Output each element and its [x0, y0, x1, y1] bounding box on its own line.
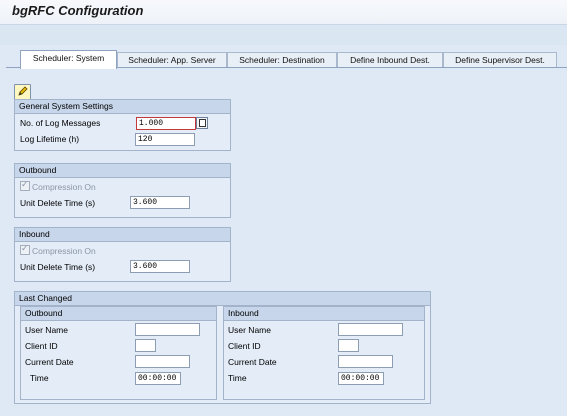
inbound-unit-delete-input[interactable]: 3.600	[130, 260, 190, 273]
in-date-input[interactable]	[338, 355, 393, 368]
tab-scheduler-system[interactable]: Scheduler: System	[20, 50, 117, 69]
value-help-icon[interactable]	[196, 117, 208, 129]
log-messages-label: No. of Log Messages	[20, 118, 101, 128]
last-changed-outbound-header: Outbound	[21, 307, 216, 321]
last-changed-header: Last Changed	[15, 292, 430, 306]
out-user-name-input[interactable]	[135, 323, 200, 336]
last-changed-inbound-group: Inbound	[223, 306, 425, 400]
pencil-icon	[18, 86, 28, 96]
title-bar: bgRFC Configuration	[0, 0, 567, 24]
in-time-input[interactable]: 00:00:00	[338, 372, 384, 385]
in-client-input[interactable]	[338, 339, 359, 352]
out-time-label: Time	[30, 373, 49, 383]
out-user-name-label: User Name	[25, 325, 68, 335]
log-messages-input[interactable]: 1.000	[136, 117, 196, 130]
last-changed-outbound-group: Outbound	[20, 306, 217, 400]
inbound-compression-checkbox[interactable]: Compression On	[20, 243, 96, 257]
in-user-name-input[interactable]	[338, 323, 403, 336]
outbound-compression-checkbox[interactable]: Compression On	[20, 179, 96, 193]
toolbar-band	[0, 24, 567, 45]
inbound-compression-label: Compression On	[32, 246, 96, 256]
tab-strip: Scheduler: System Scheduler: App. Server…	[0, 50, 567, 69]
outbound-header: Outbound	[15, 164, 230, 178]
edit-button[interactable]	[14, 84, 31, 100]
out-date-label: Current Date	[25, 357, 74, 367]
out-client-label: Client ID	[25, 341, 58, 351]
checkbox-icon	[20, 179, 30, 191]
in-time-label: Time	[228, 373, 247, 383]
in-date-label: Current Date	[228, 357, 277, 367]
inbound-header: Inbound	[15, 228, 230, 242]
out-date-input[interactable]	[135, 355, 190, 368]
in-client-label: Client ID	[228, 341, 261, 351]
page-title: bgRFC Configuration	[12, 3, 144, 18]
tab-scheduler-app-server[interactable]: Scheduler: App. Server	[117, 52, 227, 68]
tab-scheduler-destination[interactable]: Scheduler: Destination	[227, 52, 337, 68]
tab-define-supervisor-dest[interactable]: Define Supervisor Dest.	[443, 52, 557, 68]
log-lifetime-input[interactable]: 120	[135, 133, 195, 146]
general-settings-header: General System Settings	[15, 100, 230, 114]
checkbox-icon	[20, 243, 30, 255]
outbound-unit-delete-input[interactable]: 3.600	[130, 196, 190, 209]
in-user-name-label: User Name	[228, 325, 271, 335]
out-time-input[interactable]: 00:00:00	[135, 372, 181, 385]
log-lifetime-label: Log Lifetime (h)	[20, 134, 80, 144]
outbound-compression-label: Compression On	[32, 182, 96, 192]
outbound-unit-delete-label: Unit Delete Time (s)	[20, 198, 96, 208]
out-client-input[interactable]	[135, 339, 156, 352]
inbound-unit-delete-label: Unit Delete Time (s)	[20, 262, 96, 272]
tab-define-inbound-dest[interactable]: Define Inbound Dest.	[337, 52, 443, 68]
last-changed-inbound-header: Inbound	[224, 307, 424, 321]
